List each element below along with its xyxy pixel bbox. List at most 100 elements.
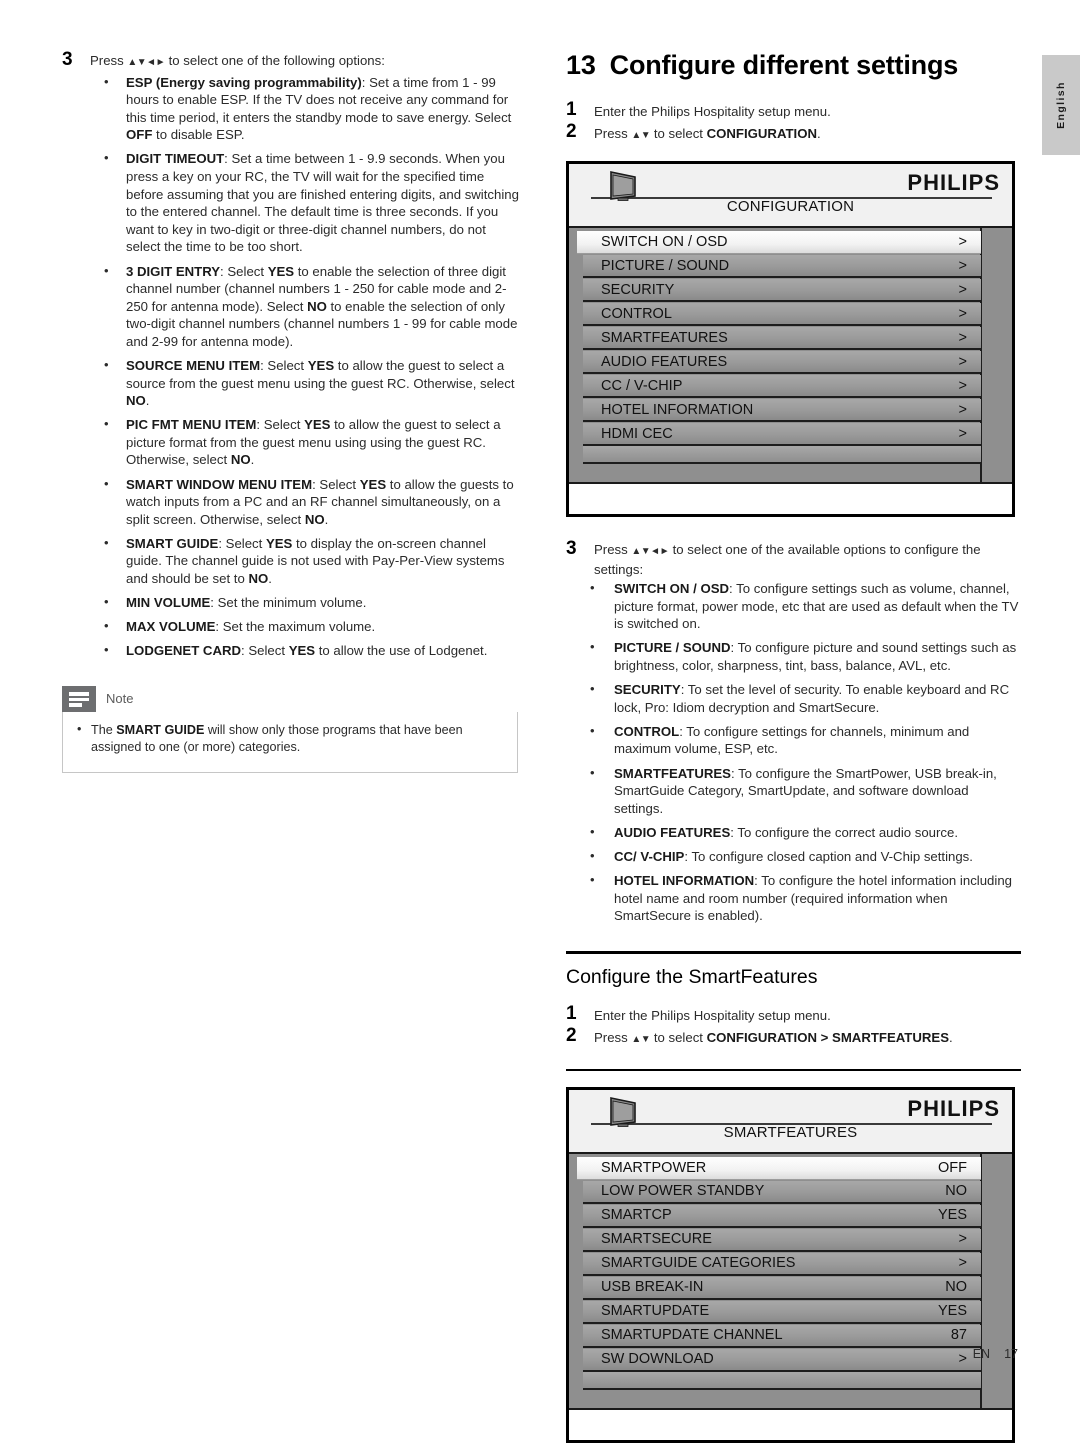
osd-menu-item[interactable]: SMARTSECURE > (583, 1228, 981, 1252)
osd-menu-item[interactable]: HDMI CEC > (583, 423, 981, 446)
osd-menu-item-label: AUDIO FEATURES (601, 353, 728, 370)
osd-menu-item-label: SWITCH ON / OSD (601, 234, 728, 250)
submenu-arrow-icon: > (958, 305, 967, 322)
osd-menu-item[interactable]: LOW POWER STANDBY NO (583, 1180, 981, 1204)
osd-menu-item[interactable]: SMARTFEATURES > (583, 327, 981, 350)
osd-menu-item[interactable]: SMARTPOWER OFF (577, 1156, 981, 1180)
option-desc: Select (260, 417, 305, 433)
osd-menu-item[interactable]: AUDIO FEATURES > (583, 351, 981, 374)
option-emph: YES (307, 358, 335, 373)
osd-menu-item-value: NO (945, 1279, 967, 1296)
osd-menu-item-label: SMARTGUIDE CATEGORIES (601, 1255, 796, 1272)
step-text-before: Press (594, 1029, 632, 1045)
step-text-mid: to select (650, 126, 707, 141)
list-item: SMARTFEATURES: To configure the SmartPow… (566, 764, 1021, 818)
arrow-keys-icon: ▲▼ (631, 130, 651, 141)
option-desc: To configure the correct audio source. (733, 824, 958, 840)
option-term: CC/ V-CHIP (614, 848, 685, 864)
step-text-bold: CONFIGURATION (706, 126, 817, 141)
osd-menu-item[interactable]: USB BREAK-IN NO (583, 1276, 981, 1300)
philips-logo: PHILIPS (907, 170, 1000, 195)
step-text: Press ▲▼◄► to select one of the followin… (90, 50, 520, 72)
submenu-arrow-icon: > (958, 234, 967, 250)
osd-menu-item-value: YES (937, 1207, 967, 1224)
step-number: 3 (62, 49, 73, 70)
list-item: HOTEL INFORMATION: To configure the hote… (566, 871, 1021, 925)
list-item: SECURITY: To set the level of security. … (566, 680, 1021, 716)
osd-menu-item-label: SMARTUPDATE CHANNEL (601, 1327, 783, 1344)
list-item: LODGENET CARD: Select YES to allow the u… (90, 641, 520, 660)
step-3-right: 3 Press ▲▼◄► to select one of the availa… (566, 539, 1021, 578)
osd-header: PHILIPS CONFIGURATION (569, 164, 1012, 226)
step-text-after: to select one of the following options: (164, 53, 385, 68)
option-desc: to disable ESP. (152, 127, 245, 143)
step-1-smartfeatures: 1 Enter the Philips Hospitality setup me… (566, 1004, 1021, 1025)
option-term: SMART GUIDE (126, 535, 219, 551)
osd-menu-item-label: SMARTUPDATE (601, 1303, 710, 1320)
note-header: Note (62, 685, 518, 712)
chapter-number: 13 (566, 50, 596, 80)
chapter-title: Configure different settings (609, 50, 959, 80)
option-term: MIN VOLUME (126, 595, 211, 611)
osd-menu-item-label: SMARTCP (601, 1207, 672, 1224)
submenu-arrow-icon: > (958, 257, 967, 274)
osd-menu-item-label: SMARTFEATURES (601, 329, 728, 346)
osd-menu-item-value: YES (937, 1303, 967, 1320)
osd-menu-item[interactable]: SMARTCP YES (583, 1204, 981, 1228)
osd-list-spacer (583, 446, 981, 464)
osd-menu-item[interactable]: SMARTGUIDE CATEGORIES > (583, 1252, 981, 1276)
submenu-arrow-icon: > (958, 329, 967, 346)
step-text: Enter the Philips Hospitality setup menu… (594, 104, 831, 119)
osd-menu-item-label: LOW POWER STANDBY (601, 1183, 765, 1200)
language-side-tab-label: English (1055, 81, 1068, 129)
osd-menu-item[interactable]: HOTEL INFORMATION > (583, 399, 981, 422)
osd-menu-list: SMARTPOWER OFF LOW POWER STANDBY NO SMARTCP Y… (577, 1154, 981, 1408)
osd-header: PHILIPS SMARTFEATURES (569, 1089, 1012, 1152)
step-text-before: Press (90, 53, 128, 68)
osd-menu-item-label: SMARTPOWER (601, 1159, 707, 1176)
option-emph: YES (359, 476, 387, 492)
option-desc: . (268, 571, 272, 587)
osd-menu-item[interactable]: CC / V-CHIP > (583, 375, 981, 398)
option-term: SMART WINDOW MENU ITEM (126, 476, 313, 492)
language-side-tab: English (1042, 55, 1080, 155)
philips-logo: PHILIPS (907, 1095, 1000, 1121)
step-1-configuration: 1 Enter the Philips Hospitality setup me… (566, 100, 1021, 121)
option-term: SOURCE MENU ITEM (126, 358, 261, 373)
osd-menu-item[interactable]: SECURITY > (583, 279, 981, 302)
option-desc: Set the maximum volume. (219, 619, 376, 635)
list-item: AUDIO FEATURES: To configure the correct… (566, 823, 1021, 842)
option-desc: Select (263, 358, 308, 373)
section-heading: Configure the SmartFeatures (566, 965, 818, 988)
osd-menu-item[interactable]: SWITCH ON / OSD > (577, 231, 981, 254)
option-emph: OFF (126, 127, 153, 143)
step-text-before: Press (594, 542, 632, 557)
option-term: CONTROL (614, 723, 680, 739)
option-emph: YES (265, 535, 293, 551)
list-item: DIGIT TIMEOUT: Set a time between 1 - 9.… (90, 149, 520, 256)
osd-configuration-menu: PHILIPS CONFIGURATION SWITCH ON / OSD > PI… (566, 161, 1015, 517)
option-desc: Select (223, 263, 268, 279)
step-text: Press ▲▼◄► to select one of the availabl… (594, 539, 1021, 578)
option-emph: NO (248, 571, 269, 587)
step-text-after: . (949, 1029, 953, 1045)
option-desc: Select (244, 643, 289, 659)
osd-menu-item[interactable]: CONTROL > (583, 303, 981, 326)
osd-menu-item[interactable]: SMARTUPDATE YES (583, 1300, 981, 1324)
option-desc: to allow the use of Lodgenet. (315, 643, 488, 659)
step-text-mid: to select (650, 1029, 707, 1045)
arrow-keys-icon: ▲▼◄► (631, 546, 669, 557)
list-item: ESP (Energy saving programmability): Set… (90, 73, 520, 144)
list-item: CC/ V-CHIP: To configure closed caption … (566, 847, 1021, 866)
option-desc: . (145, 393, 150, 409)
chapter-heading: 13 Configure different settings (566, 50, 1021, 81)
note-text-bold: SMART GUIDE (116, 722, 205, 737)
step-text: Press ▲▼ to select CONFIGURATION. (594, 123, 1021, 145)
note-text-pre: The (91, 722, 117, 737)
osd-menu-item[interactable]: PICTURE / SOUND > (583, 255, 981, 278)
note-lines-icon (62, 685, 96, 712)
osd-menu-item[interactable]: SMARTUPDATE CHANNEL 87 (583, 1324, 981, 1348)
option-emph: NO (230, 452, 251, 468)
option-term: ESP (Energy saving programmability) (126, 74, 362, 90)
option-desc: Select (315, 476, 360, 492)
